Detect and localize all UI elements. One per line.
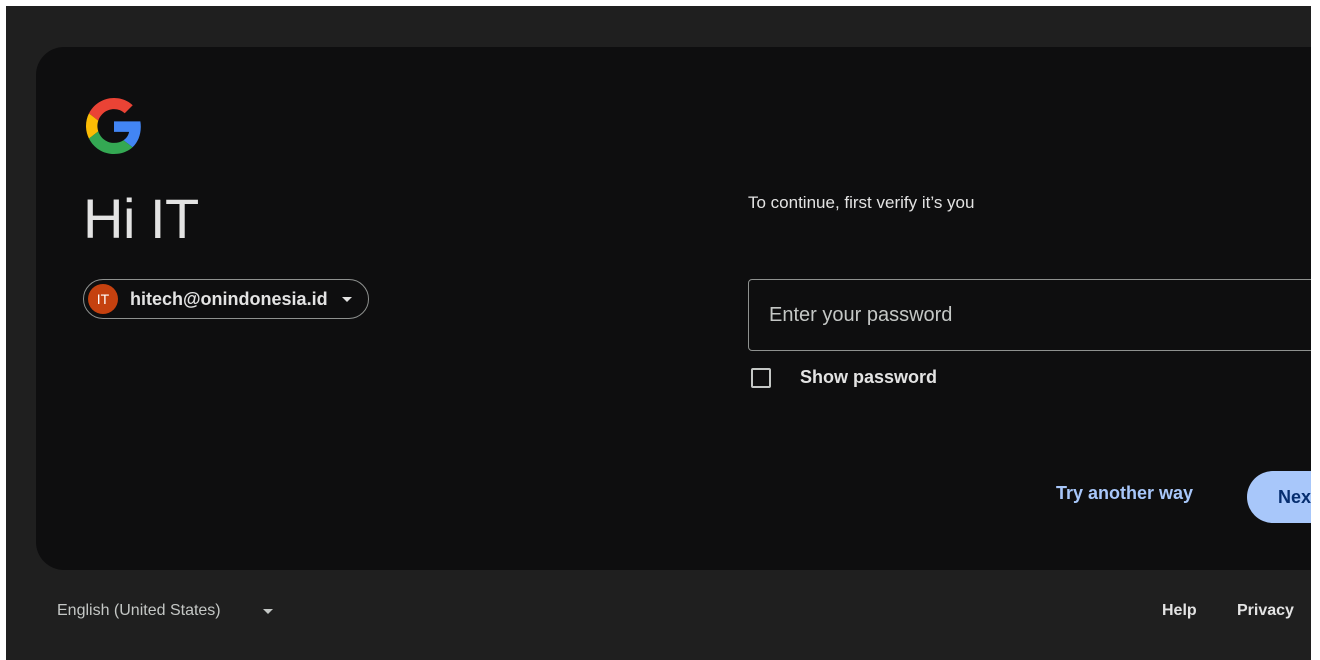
account-chooser-chip[interactable]: IT hitech@onindonesia.id [83,279,369,319]
help-link[interactable]: Help [1162,602,1197,620]
google-g-logo-icon [86,98,141,154]
caret-down-icon [341,296,352,302]
avatar: IT [88,284,118,314]
language-selector[interactable]: English (United States) [57,602,273,620]
footer: English (United States) Help Privacy [6,596,1311,628]
show-password-checkbox[interactable] [751,367,771,388]
caret-down-icon [262,608,273,614]
next-button[interactable]: Nex [1247,471,1311,523]
show-password-label: Show password [800,367,938,387]
verify-prompt: To continue, first verify it’s you [748,193,975,212]
password-input[interactable] [748,279,1311,351]
show-password-toggle[interactable]: Show password [751,367,937,388]
account-email: hitech@onindonesia.id [130,288,328,309]
language-label: English (United States) [57,602,221,619]
page-title: Hi IT [83,187,199,250]
page-viewport: Hi IT IT hitech@onindonesia.id To contin… [6,6,1311,660]
try-another-way-button[interactable]: Try another way [1056,483,1193,504]
privacy-link[interactable]: Privacy [1237,602,1294,620]
signin-card: Hi IT IT hitech@onindonesia.id To contin… [36,47,1311,570]
